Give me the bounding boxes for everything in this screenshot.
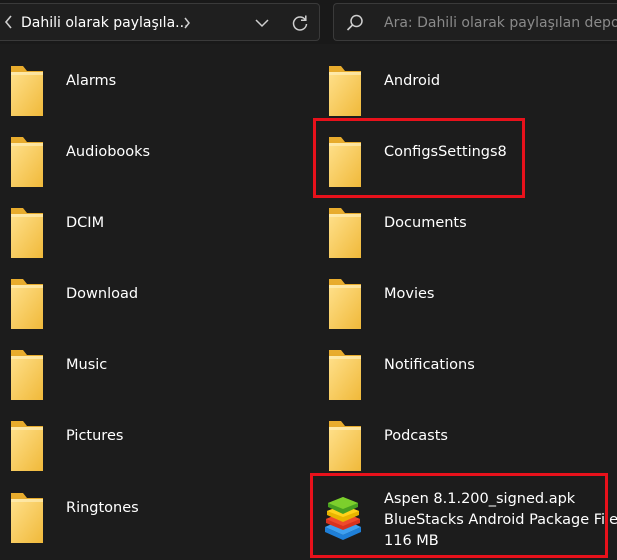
breadcrumb-path[interactable]: Dahili olarak paylaşıla... bbox=[21, 15, 189, 31]
file-item-apk[interactable]: Aspen 8.1.200_signed.apk BlueStacks Andr… bbox=[318, 489, 617, 559]
folder-icon bbox=[328, 346, 362, 402]
refresh-icon[interactable] bbox=[291, 14, 309, 32]
item-label: Android bbox=[384, 73, 441, 89]
folder-icon bbox=[328, 133, 362, 189]
folder-icon bbox=[10, 417, 44, 473]
folder-icon bbox=[10, 275, 44, 331]
address-bar[interactable]: Dahili olarak paylaşıla... bbox=[0, 3, 320, 41]
folder-item-documents[interactable]: Documents bbox=[318, 204, 617, 264]
item-label: ConfigsSettings8 bbox=[384, 144, 507, 160]
chevron-down-icon[interactable] bbox=[255, 19, 269, 28]
folder-icon bbox=[10, 489, 44, 545]
item-label: Pictures bbox=[66, 428, 124, 444]
folder-icon bbox=[328, 275, 362, 331]
folder-item-podcasts[interactable]: Podcasts bbox=[318, 417, 617, 477]
item-label: Download bbox=[66, 286, 139, 302]
chevron-right-icon[interactable] bbox=[183, 17, 191, 29]
folder-item-music[interactable]: Music bbox=[0, 346, 300, 406]
folder-item-android[interactable]: Android bbox=[318, 62, 617, 122]
chevron-left-icon[interactable] bbox=[4, 15, 14, 29]
item-label: Podcasts bbox=[384, 428, 448, 444]
folder-item-audiobooks[interactable]: Audiobooks bbox=[0, 133, 300, 193]
folder-icon bbox=[10, 204, 44, 260]
folder-icon bbox=[10, 62, 44, 118]
folder-icon bbox=[10, 133, 44, 189]
folder-item-ringtones[interactable]: Ringtones bbox=[0, 489, 300, 549]
item-label: Movies bbox=[384, 286, 435, 302]
folder-icon bbox=[10, 346, 44, 402]
folder-item-notifications[interactable]: Notifications bbox=[318, 346, 617, 406]
item-label: Ringtones bbox=[66, 500, 139, 516]
folder-item-dcim[interactable]: DCIM bbox=[0, 204, 300, 264]
bluestacks-icon bbox=[325, 497, 361, 540]
item-label: Audiobooks bbox=[66, 144, 151, 160]
item-label: Notifications bbox=[384, 357, 475, 373]
search-input[interactable] bbox=[384, 12, 617, 34]
folder-icon bbox=[328, 62, 362, 118]
folder-item-configssettings8[interactable]: ConfigsSettings8 bbox=[318, 133, 617, 193]
search-box[interactable] bbox=[333, 3, 617, 41]
folder-item-pictures[interactable]: Pictures bbox=[0, 417, 300, 477]
file-explorer-window: Dahili olarak paylaşıla... Alarms bbox=[0, 0, 617, 560]
item-label: Documents bbox=[384, 215, 467, 231]
item-label: Alarms bbox=[66, 73, 117, 89]
folder-item-download[interactable]: Download bbox=[0, 275, 300, 335]
file-name: Aspen 8.1.200_signed.apk bbox=[384, 491, 576, 507]
folder-item-movies[interactable]: Movies bbox=[318, 275, 617, 335]
file-size: 116 MB bbox=[384, 533, 439, 549]
folder-icon bbox=[328, 417, 362, 473]
file-details: Aspen 8.1.200_signed.apk BlueStacks Andr… bbox=[384, 489, 617, 552]
folder-icon bbox=[328, 204, 362, 260]
toolbar: Dahili olarak paylaşıla... bbox=[0, 0, 617, 44]
file-type: BlueStacks Android Package File bbox=[384, 512, 617, 528]
search-icon bbox=[346, 14, 363, 31]
folder-item-alarms[interactable]: Alarms bbox=[0, 62, 300, 122]
item-label: Music bbox=[66, 357, 108, 373]
item-label: DCIM bbox=[66, 215, 105, 231]
